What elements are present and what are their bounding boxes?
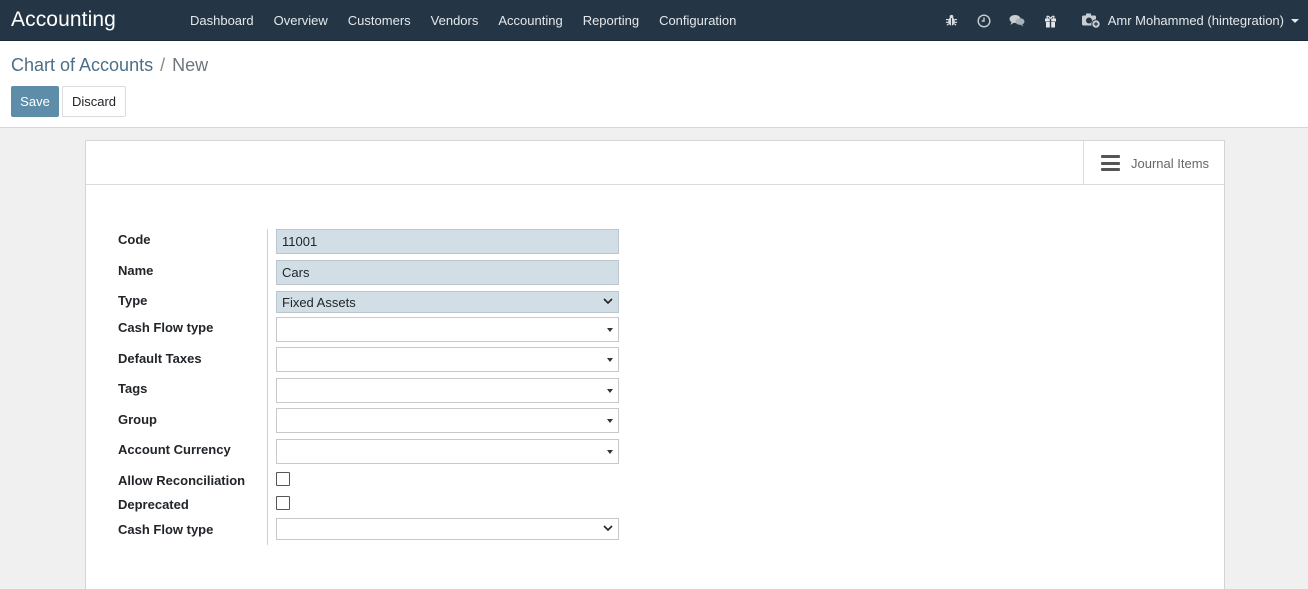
dropdown-caret-icon — [607, 450, 613, 454]
chevron-down-icon — [603, 525, 613, 532]
dropdown-caret-icon — [607, 328, 613, 332]
form-sheet: Journal Items Code 11001 Name Cars Type … — [85, 140, 1225, 589]
discard-button[interactable]: Discard — [62, 86, 126, 117]
gift-icon[interactable] — [1034, 0, 1067, 41]
navbar-systray: Amr Mohammed (hintegration) — [935, 0, 1308, 41]
breadcrumb-parent-link[interactable]: Chart of Accounts — [11, 55, 153, 76]
save-button[interactable]: Save — [11, 86, 59, 117]
app-title[interactable]: Accounting — [0, 8, 180, 32]
dropdown-caret-icon — [607, 358, 613, 362]
bars-icon — [1101, 155, 1120, 171]
menu-item-customers[interactable]: Customers — [338, 0, 421, 41]
code-value: 11001 — [282, 234, 318, 249]
menu-item-accounting[interactable]: Accounting — [488, 0, 572, 41]
dropdown-caret-icon — [607, 419, 613, 423]
allow-reconciliation-checkbox[interactable] — [276, 472, 290, 486]
breadcrumb-current: New — [172, 55, 209, 75]
default-taxes-input[interactable] — [276, 347, 619, 372]
avatar-icon — [1081, 12, 1101, 30]
cash-flow-type-2-label: Cash Flow type — [118, 522, 214, 537]
cash-flow-type-label: Cash Flow type — [118, 320, 214, 335]
journal-items-label: Journal Items — [1131, 155, 1210, 171]
bug-icon[interactable] — [935, 0, 968, 41]
cash-flow-type-2-select[interactable] — [276, 518, 619, 540]
main-menu: Dashboard Overview Customers Vendors Acc… — [180, 0, 746, 40]
tags-label: Tags — [118, 381, 148, 396]
deprecated-label: Deprecated — [118, 497, 189, 512]
user-menu[interactable]: Amr Mohammed (hintegration) — [1067, 0, 1308, 41]
allow-reconciliation-label: Allow Reconciliation — [118, 473, 246, 488]
user-name: Amr Mohammed (hintegration) — [1107, 13, 1284, 28]
default-taxes-label: Default Taxes — [118, 351, 202, 366]
cash-flow-type-input[interactable] — [276, 317, 619, 342]
menu-item-dashboard[interactable]: Dashboard — [180, 0, 264, 41]
smart-button-box: Journal Items — [86, 141, 1224, 185]
menu-item-overview[interactable]: Overview — [264, 0, 338, 41]
tags-input[interactable] — [276, 378, 619, 403]
chevron-down-icon — [603, 298, 613, 305]
menu-item-configuration[interactable]: Configuration — [649, 0, 746, 41]
account-currency-label: Account Currency — [118, 442, 231, 457]
menu-item-reporting[interactable]: Reporting — [573, 0, 649, 41]
name-label: Name — [118, 263, 154, 278]
deprecated-checkbox[interactable] — [276, 496, 290, 510]
type-select[interactable]: Fixed Assets — [276, 291, 619, 313]
top-navbar: Accounting Dashboard Overview Customers … — [0, 0, 1308, 41]
clock-icon[interactable] — [968, 0, 1001, 41]
chat-icon[interactable] — [1001, 0, 1034, 41]
group-input[interactable] — [276, 408, 619, 433]
type-value: Fixed Assets — [282, 294, 356, 310]
group-label: Group — [118, 412, 157, 427]
name-value: Cars — [282, 265, 310, 280]
account-currency-input[interactable] — [276, 439, 619, 464]
code-label: Code — [118, 232, 151, 247]
breadcrumb: Chart of Accounts / New — [11, 55, 208, 76]
chevron-down-icon — [1291, 18, 1299, 23]
control-panel: Chart of Accounts / New Save Discard — [0, 41, 1308, 128]
name-input[interactable]: Cars — [276, 260, 619, 285]
breadcrumb-separator: / — [160, 55, 166, 75]
code-input[interactable]: 11001 — [276, 229, 619, 254]
menu-item-vendors[interactable]: Vendors — [421, 0, 489, 41]
journal-items-button[interactable]: Journal Items — [1083, 141, 1224, 185]
type-label: Type — [118, 293, 148, 308]
field-divider — [267, 229, 268, 545]
dropdown-caret-icon — [607, 389, 613, 393]
